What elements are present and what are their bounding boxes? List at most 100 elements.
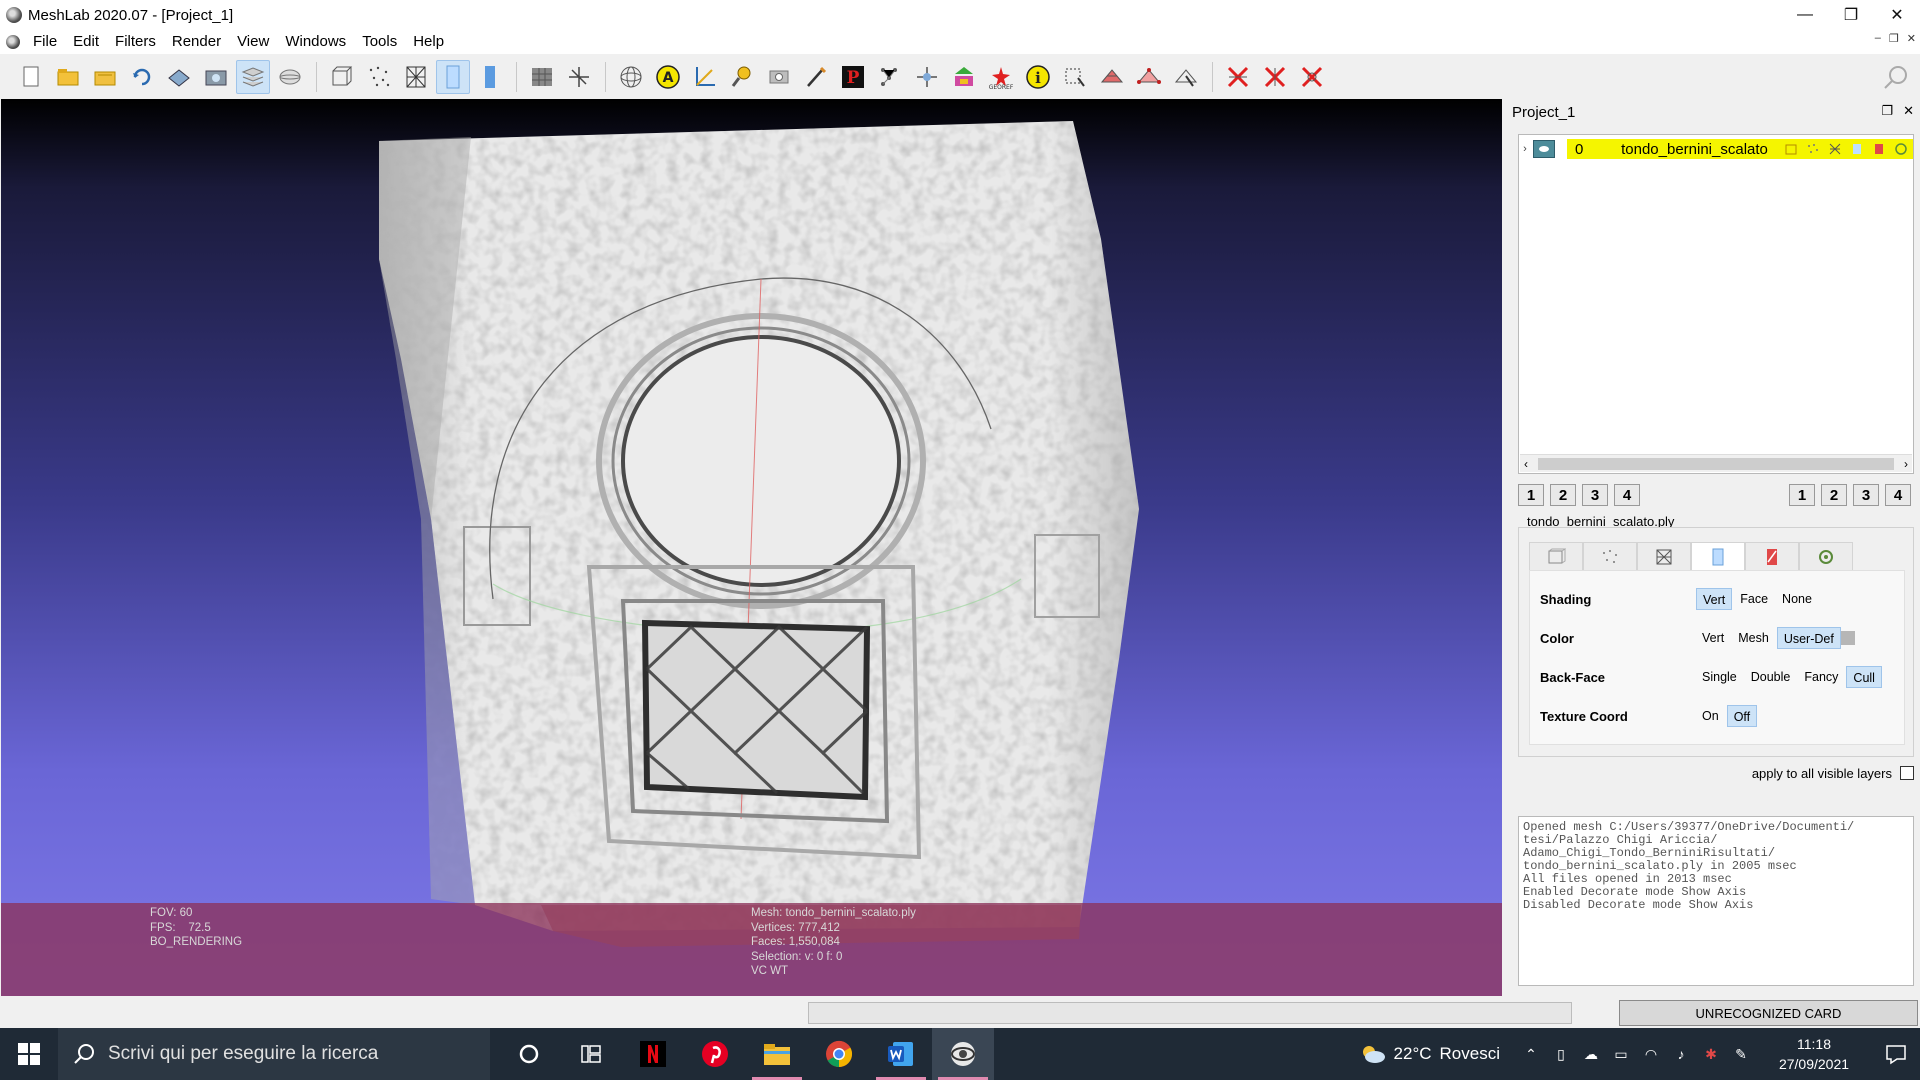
axis-button[interactable]	[562, 60, 596, 94]
layer-texture-icon[interactable]	[1870, 141, 1887, 158]
mdi-restore-icon[interactable]: ❐	[1889, 32, 1899, 45]
pinterest-button[interactable]	[684, 1028, 746, 1080]
cortana-button[interactable]	[498, 1028, 560, 1080]
tab-bbox[interactable]	[1529, 542, 1583, 570]
shading-none-option[interactable]: None	[1776, 588, 1818, 610]
menu-edit[interactable]: Edit	[66, 30, 108, 54]
menu-help[interactable]: Help	[406, 30, 453, 54]
pick-points-button[interactable]: P	[836, 60, 870, 94]
menu-file[interactable]: File	[26, 30, 66, 54]
smooth-shading-button[interactable]	[473, 60, 507, 94]
scroll-right-icon[interactable]: ›	[1904, 457, 1908, 471]
close-button[interactable]: ✕	[1874, 0, 1920, 30]
annotation-button[interactable]: A	[651, 60, 685, 94]
menu-tools[interactable]: Tools	[355, 30, 406, 54]
layer-shading-icon[interactable]	[1848, 141, 1865, 158]
delete-vertices-button[interactable]	[1221, 60, 1255, 94]
new-project-button[interactable]	[14, 60, 48, 94]
tab-points[interactable]	[1583, 542, 1637, 570]
layer-decorate-icon[interactable]	[1892, 141, 1909, 158]
layer-points-icon[interactable]	[1804, 141, 1821, 158]
delete-selection-button[interactable]	[1295, 60, 1329, 94]
spherical-button[interactable]	[273, 60, 307, 94]
notification-center-button[interactable]	[1872, 1043, 1920, 1065]
delete-faces-button[interactable]	[1258, 60, 1292, 94]
left-view-button-1[interactable]: 1	[1518, 484, 1544, 506]
tray-chevron-up-icon[interactable]: ⌃	[1520, 1043, 1542, 1065]
dock-close-icon[interactable]: ✕	[1903, 103, 1914, 119]
measure-button[interactable]	[688, 60, 722, 94]
tab-decorators[interactable]	[1799, 542, 1853, 570]
tray-pen-icon[interactable]: ✎	[1730, 1043, 1752, 1065]
tab-texture[interactable]	[1745, 542, 1799, 570]
texcoord-off-option[interactable]: Off	[1726, 705, 1758, 727]
netflix-button[interactable]	[622, 1028, 684, 1080]
meshlab-taskbar-button[interactable]	[932, 1028, 994, 1080]
right-view-button-4[interactable]: 4	[1885, 484, 1911, 506]
file-explorer-button[interactable]	[746, 1028, 808, 1080]
texture-button[interactable]	[525, 60, 559, 94]
scroll-left-icon[interactable]: ‹	[1524, 457, 1528, 471]
right-view-button-3[interactable]: 3	[1853, 484, 1879, 506]
layer-wire-icon[interactable]	[1826, 141, 1843, 158]
left-view-button-4[interactable]: 4	[1614, 484, 1640, 506]
visibility-eye-icon[interactable]	[1533, 140, 1555, 158]
task-view-button[interactable]	[560, 1028, 622, 1080]
taskbar-search[interactable]: Scrivi qui per eseguire la ricerca	[58, 1028, 490, 1080]
backface-cull-option[interactable]: Cull	[1846, 666, 1882, 688]
tray-wifi-icon[interactable]: ◠	[1640, 1043, 1662, 1065]
backface-fancy-option[interactable]: Fancy	[1798, 666, 1844, 688]
reload-button[interactable]	[125, 60, 159, 94]
menu-filters[interactable]: Filters	[108, 30, 165, 54]
left-view-button-3[interactable]: 3	[1582, 484, 1608, 506]
weather-widget[interactable]: 22°C Rovesci	[1360, 1043, 1500, 1065]
backface-double-option[interactable]: Double	[1745, 666, 1797, 688]
tray-device-icon[interactable]: ▯	[1550, 1043, 1572, 1065]
color-paint-button[interactable]	[947, 60, 981, 94]
color-userdef-option[interactable]: User-Def	[1776, 627, 1841, 649]
camera-button[interactable]	[762, 60, 796, 94]
color-vert-option[interactable]: Vert	[1696, 627, 1730, 649]
layer-name[interactable]: tondo_bernini_scalato	[1607, 141, 1782, 158]
menu-render[interactable]: Render	[165, 30, 230, 54]
bounding-box-button[interactable]	[325, 60, 359, 94]
trackball-button[interactable]	[614, 60, 648, 94]
right-view-button-2[interactable]: 2	[1821, 484, 1847, 506]
tray-volume-icon[interactable]: ♪	[1670, 1043, 1692, 1065]
layer-list-scrollbar[interactable]: ‹ ›	[1520, 454, 1912, 472]
color-mesh-option[interactable]: Mesh	[1732, 627, 1775, 649]
chrome-button[interactable]	[808, 1028, 870, 1080]
mdi-minimize-icon[interactable]: –	[1875, 32, 1881, 45]
mdi-close-icon[interactable]: ✕	[1907, 32, 1916, 45]
paint-brush-button[interactable]	[725, 60, 759, 94]
color-swatch[interactable]	[1840, 631, 1855, 645]
maximize-button[interactable]: ❐	[1828, 0, 1874, 30]
taskbar-clock[interactable]: 11:18 27/09/2021	[1762, 1034, 1866, 1074]
minimize-button[interactable]: —	[1782, 0, 1828, 30]
save-button[interactable]	[162, 60, 196, 94]
toolbar-search-button[interactable]	[1882, 64, 1910, 92]
align-button[interactable]	[873, 60, 907, 94]
tab-wireframe[interactable]	[1637, 542, 1691, 570]
flat-shading-button[interactable]	[436, 60, 470, 94]
select-area-button[interactable]	[1058, 60, 1092, 94]
word-button[interactable]	[870, 1028, 932, 1080]
expand-arrow-icon[interactable]: ›	[1519, 143, 1531, 155]
georef-button[interactable]: GEOREF	[984, 60, 1018, 94]
pen-button[interactable]	[799, 60, 833, 94]
tray-app-icon[interactable]: ✱	[1700, 1043, 1722, 1065]
info-button[interactable]: i	[1021, 60, 1055, 94]
manipulator-button[interactable]	[910, 60, 944, 94]
wireframe-button[interactable]	[399, 60, 433, 94]
layer-bbox-icon[interactable]	[1782, 141, 1799, 158]
backface-single-option[interactable]: Single	[1696, 666, 1743, 688]
menu-windows[interactable]: Windows	[278, 30, 355, 54]
start-button[interactable]	[0, 1028, 58, 1080]
points-button[interactable]	[362, 60, 396, 94]
select-faces-button[interactable]	[1095, 60, 1129, 94]
tray-onedrive-icon[interactable]: ☁	[1580, 1043, 1602, 1065]
shading-vert-option[interactable]: Vert	[1696, 588, 1733, 610]
snapshot-button[interactable]	[199, 60, 233, 94]
open-mesh-button[interactable]	[88, 60, 122, 94]
shading-face-option[interactable]: Face	[1734, 588, 1774, 610]
